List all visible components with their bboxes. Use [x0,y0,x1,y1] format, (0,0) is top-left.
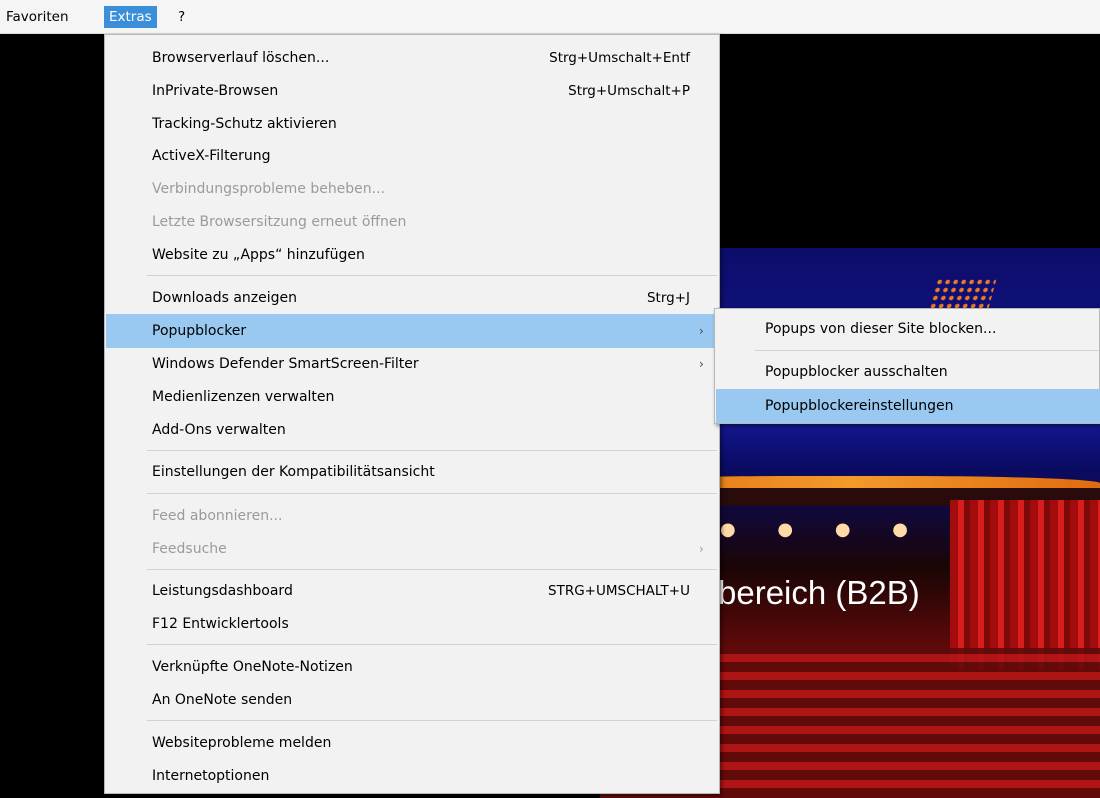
chevron-right-icon: › [699,357,704,371]
menu-item-label: Popupblocker [152,323,247,339]
menu-separator [147,569,717,570]
menu-separator [147,493,717,494]
menu-item-label: Internetoptionen [152,768,270,784]
menu-item-smartscreen-filter[interactable]: Windows Defender SmartScreen-Filter › [106,347,718,381]
popupblocker-submenu: Popups von dieser Site blocken... Popupb… [714,308,1100,424]
menu-item-verbindungsprobleme: Verbindungsprobleme beheben... [106,172,718,206]
menu-item-kompatibilitaetsansicht[interactable]: Einstellungen der Kompatibilitätsansicht [106,455,718,489]
menu-item-label: Medienlizenzen verwalten [152,389,335,405]
menubar-extras[interactable]: Extras [104,6,157,28]
stage-lights: ● ● ● ● [720,519,926,540]
menu-item-shortcut: Strg+J [646,290,690,306]
menu-item-label: Tracking-Schutz aktivieren [152,116,337,132]
menu-item-leistungsdashboard[interactable]: Leistungsdashboard STRG+UMSCHALT+U [106,574,718,608]
menu-item-feedsuche: Feedsuche › [106,532,718,566]
banner-heading: bereich (B2B) [718,574,920,611]
menu-item-shortcut: Strg+Umschalt+Entf [549,50,690,66]
menu-item-label: Verknüpfte OneNote-Notizen [152,659,353,675]
menu-item-label: An OneNote senden [152,692,293,708]
menu-item-label: Verbindungsprobleme beheben... [152,181,386,197]
menu-item-websiteprobleme-melden[interactable]: Websiteprobleme melden [106,726,718,760]
chevron-right-icon: › [699,542,704,556]
menu-item-shortcut: Strg+Umschalt+P [568,83,690,99]
submenu-item-popupblockereinstellungen[interactable]: Popupblockereinstellungen [716,389,1100,423]
menu-item-label: Windows Defender SmartScreen-Filter [152,356,419,372]
menu-item-label: Letzte Browsersitzung erneut öffnen [152,214,407,230]
menu-item-label: Add-Ons verwalten [152,422,286,438]
menu-item-tracking-schutz[interactable]: Tracking-Schutz aktivieren [106,107,718,141]
menu-item-label: Popups von dieser Site blocken... [765,321,997,337]
menu-item-shortcut: STRG+UMSCHALT+U [548,583,690,599]
menu-item-add-ons[interactable]: Add-Ons verwalten [106,413,718,447]
menu-item-activex-filterung[interactable]: ActiveX-Filterung [106,139,718,173]
menu-item-onenote-notizen[interactable]: Verknüpfte OneNote-Notizen [106,650,718,684]
menu-item-f12-entwicklertools[interactable]: F12 Entwicklertools [106,607,718,641]
menu-item-label: Popupblocker ausschalten [765,364,948,380]
menu-item-label: Browserverlauf löschen... [152,50,330,66]
submenu-item-popupblocker-ausschalten[interactable]: Popupblocker ausschalten [716,355,1100,389]
menu-item-inprivate-browsen[interactable]: InPrivate-Browsen Strg+Umschalt+P [106,74,718,108]
menubar-help[interactable]: ? [173,6,190,28]
menu-separator [147,720,717,721]
menu-item-label: Popupblockereinstellungen [765,398,954,414]
menu-item-downloads[interactable]: Downloads anzeigen Strg+J [106,281,718,315]
menu-item-internetoptionen[interactable]: Internetoptionen [106,759,718,793]
menu-item-label: Einstellungen der Kompatibilitätsansicht [152,464,435,480]
menu-item-an-onenote-senden[interactable]: An OneNote senden [106,683,718,717]
menu-item-label: Website zu „Apps“ hinzufügen [152,247,365,263]
menu-item-label: Leistungsdashboard [152,583,293,599]
menu-item-browserverlauf-loeschen[interactable]: Browserverlauf löschen... Strg+Umschalt+… [106,41,718,75]
menu-item-label: Downloads anzeigen [152,290,298,306]
menu-item-letzte-sitzung: Letzte Browsersitzung erneut öffnen [106,205,718,239]
menu-item-label: F12 Entwicklertools [152,616,289,632]
menu-item-label: ActiveX-Filterung [152,148,271,164]
menubar-favoriten[interactable]: Favoriten [1,6,74,28]
menu-separator [147,450,717,451]
extras-menu: Browserverlauf löschen... Strg+Umschalt+… [104,34,720,794]
menu-item-label: InPrivate-Browsen [152,83,279,99]
menu-separator [147,275,717,276]
menu-item-medienlizenzen[interactable]: Medienlizenzen verwalten [106,380,718,414]
menu-item-label: Feed abonnieren... [152,508,283,524]
menu-item-label: Feedsuche [152,541,227,557]
menu-separator [147,644,717,645]
menu-item-website-zu-apps[interactable]: Website zu „Apps“ hinzufügen [106,238,718,272]
menu-item-popupblocker[interactable]: Popupblocker › [106,314,718,348]
submenu-item-popups-blocken[interactable]: Popups von dieser Site blocken... [716,312,1100,346]
menu-item-feed-abonnieren: Feed abonnieren... [106,499,718,533]
curtain-image [950,500,1100,670]
menu-separator [755,350,1099,351]
chevron-right-icon: › [699,324,704,338]
menu-bar: Favoriten Extras ? [0,0,1100,34]
menu-item-label: Websiteprobleme melden [152,735,332,751]
